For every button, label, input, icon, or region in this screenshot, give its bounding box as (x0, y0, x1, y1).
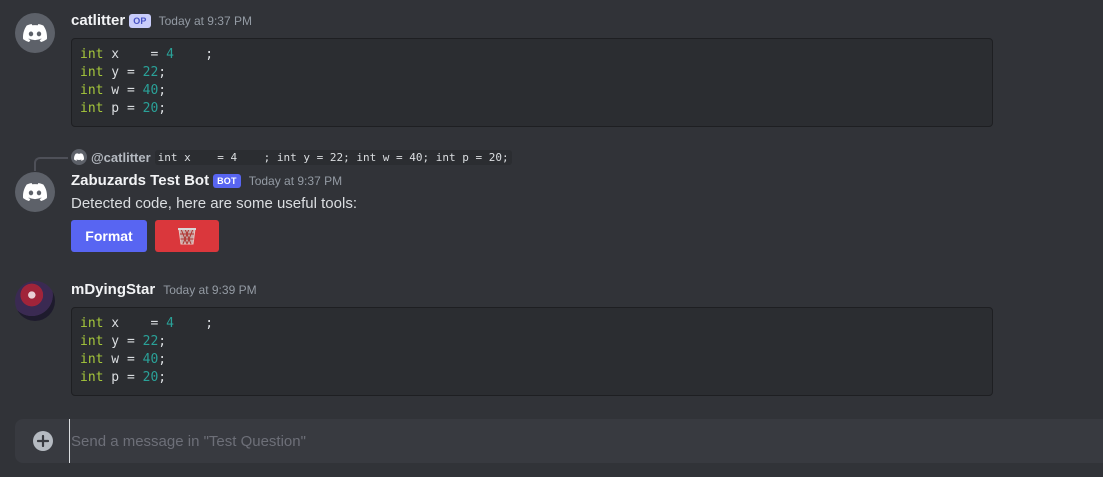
code-text: ; (173, 316, 214, 331)
code-text: ; (158, 334, 167, 349)
code-block: int x = 4 ; int y = 22; int w = 40; int … (71, 307, 993, 396)
timestamp[interactable]: Today at 9:37 PM (249, 174, 342, 188)
code-text: y = (103, 334, 143, 349)
code-text: x = (103, 316, 167, 331)
message-header: Zabuzards Test Bot BOT Today at 9:37 PM (71, 172, 342, 189)
code-line: int x = 4 ; (80, 315, 982, 333)
message-header: mDyingStar Today at 9:39 PM (71, 281, 257, 298)
code-text: p = (103, 370, 143, 385)
chat-window: catlitter OP Today at 9:37 PM int x = 4 … (0, 0, 1103, 477)
timestamp[interactable]: Today at 9:39 PM (163, 283, 256, 297)
code-line: int p = 20; (80, 100, 982, 118)
code-text: ; (158, 83, 167, 98)
avatar[interactable] (15, 281, 55, 321)
format-button[interactable]: Format (71, 220, 147, 252)
code-text: y = (103, 65, 143, 80)
code-line: int y = 22; (80, 64, 982, 82)
code-block: int x = 4 ; int y = 22; int w = 40; int … (71, 38, 993, 127)
wastebasket-icon (178, 228, 196, 245)
code-text: ; (158, 352, 167, 367)
code-text: x = (103, 47, 167, 62)
code-text: ; (173, 47, 214, 62)
discord-logo-icon (23, 183, 47, 201)
code-keyword: int (80, 47, 104, 62)
plus-circle-icon[interactable] (33, 431, 53, 451)
code-line: int w = 40; (80, 351, 982, 369)
code-keyword: int (80, 101, 104, 116)
code-number: 20 (142, 101, 159, 116)
delete-button[interactable] (155, 220, 219, 252)
code-keyword: int (80, 316, 104, 331)
message-text: Detected code, here are some useful tool… (71, 195, 357, 212)
bot-badge: BOT (213, 173, 241, 188)
code-keyword: int (80, 334, 104, 349)
code-keyword: int (80, 83, 104, 98)
code-keyword: int (80, 352, 104, 367)
username[interactable]: mDyingStar (71, 281, 155, 298)
code-text: ; (158, 370, 167, 385)
discord-logo-icon (23, 24, 47, 42)
reply-snippet[interactable]: int x = 4 ; int y = 22; int w = 40; int … (154, 149, 512, 165)
code-line: int x = 4 ; (80, 46, 982, 64)
code-line: int w = 40; (80, 82, 982, 100)
code-line: int p = 20; (80, 369, 982, 387)
code-number: 22 (142, 65, 159, 80)
avatar[interactable] (15, 172, 55, 212)
username[interactable]: Zabuzards Test Bot (71, 172, 209, 189)
code-keyword: int (80, 65, 104, 80)
reply-spine (34, 157, 68, 171)
code-number: 40 (142, 352, 159, 367)
message-composer (15, 419, 1103, 463)
code-line: int y = 22; (80, 333, 982, 351)
reply-avatar (71, 149, 87, 165)
op-badge: OP (129, 13, 151, 28)
code-number: 40 (142, 83, 159, 98)
code-number: 4 (166, 316, 174, 331)
code-text: w = (103, 352, 143, 367)
timestamp[interactable]: Today at 9:37 PM (159, 14, 252, 28)
reply-username[interactable]: @catlitter (91, 150, 151, 165)
message-header: catlitter OP Today at 9:37 PM (71, 12, 252, 29)
code-number: 22 (142, 334, 159, 349)
code-text: ; (158, 101, 167, 116)
discord-logo-icon (74, 153, 84, 161)
code-text: p = (103, 101, 143, 116)
message-input[interactable] (69, 419, 1069, 463)
avatar[interactable] (15, 13, 55, 53)
code-number: 20 (142, 370, 159, 385)
code-number: 4 (166, 47, 174, 62)
code-text: w = (103, 83, 143, 98)
plus-icon (37, 435, 49, 447)
reply-preview[interactable]: @catlitter int x = 4 ; int y = 22; int w… (71, 149, 512, 165)
code-text: ; (158, 65, 167, 80)
username[interactable]: catlitter (71, 12, 125, 29)
code-keyword: int (80, 370, 104, 385)
